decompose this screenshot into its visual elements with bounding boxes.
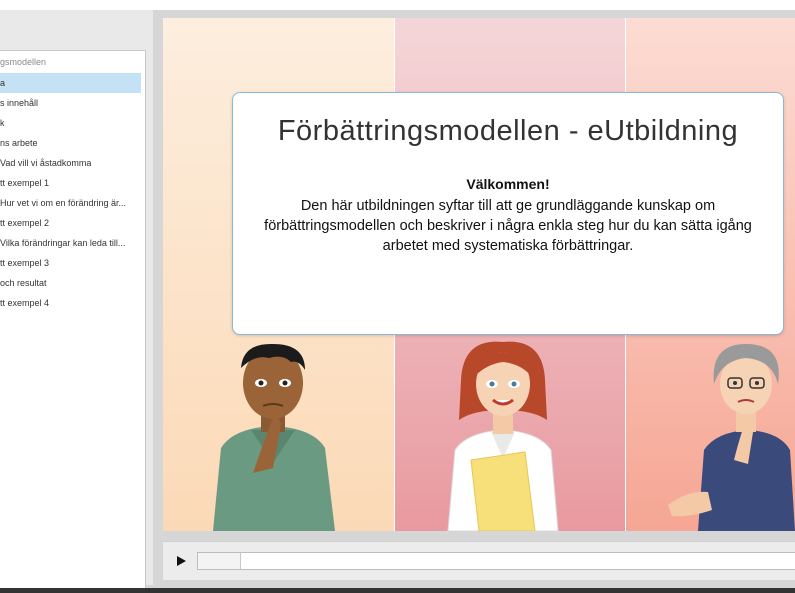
man-character bbox=[213, 343, 335, 531]
seek-progress bbox=[198, 553, 241, 569]
seek-bar[interactable] bbox=[197, 552, 795, 570]
player-controls bbox=[163, 541, 795, 580]
bottom-border bbox=[0, 588, 795, 593]
slide-stage: Förbättringsmodellen - eUtbildning Välko… bbox=[163, 18, 795, 531]
toc-header: gsmodellen bbox=[0, 57, 47, 67]
toc-item[interactable]: tt exempel 1 bbox=[0, 173, 141, 193]
slide-title: Förbättringsmodellen - eUtbildning bbox=[277, 115, 739, 147]
sidebar-frame: gsmodellen as innehåll k ns arbete Vad vil… bbox=[0, 10, 153, 592]
speech-bubble: Förbättringsmodellen - eUtbildning Välko… bbox=[232, 92, 784, 335]
toc-item[interactable]: Vad vill vi åstadkomma bbox=[0, 153, 141, 173]
older-woman-character bbox=[668, 344, 795, 531]
toc-item[interactable]: Vilka förändringar kan leda till... bbox=[0, 233, 141, 253]
play-button[interactable] bbox=[171, 552, 191, 570]
intro-text: Den här utbildningen syftar till att ge … bbox=[264, 198, 752, 254]
woman-character bbox=[447, 341, 559, 531]
top-bar bbox=[0, 0, 795, 10]
table-of-contents: gsmodellen as innehåll k ns arbete Vad vil… bbox=[0, 50, 146, 592]
toc-item[interactable]: s innehåll bbox=[0, 93, 141, 113]
toc-item[interactable]: tt exempel 2 bbox=[0, 213, 141, 233]
toc-item[interactable]: Hur vet vi om en förändring är... bbox=[0, 193, 141, 213]
welcome-heading: Välkommen! bbox=[466, 176, 550, 192]
toc-item[interactable]: a bbox=[0, 73, 141, 93]
toc-item[interactable]: och resultat bbox=[0, 273, 141, 293]
play-icon bbox=[177, 556, 186, 566]
toc-item[interactable]: tt exempel 4 bbox=[0, 293, 141, 313]
toc-item[interactable]: k bbox=[0, 113, 141, 133]
toc-item[interactable]: ns arbete bbox=[0, 133, 141, 153]
toc-item[interactable]: tt exempel 3 bbox=[0, 253, 141, 273]
toc-list: as innehåll k ns arbete Vad vill vi åstadk… bbox=[0, 73, 141, 313]
